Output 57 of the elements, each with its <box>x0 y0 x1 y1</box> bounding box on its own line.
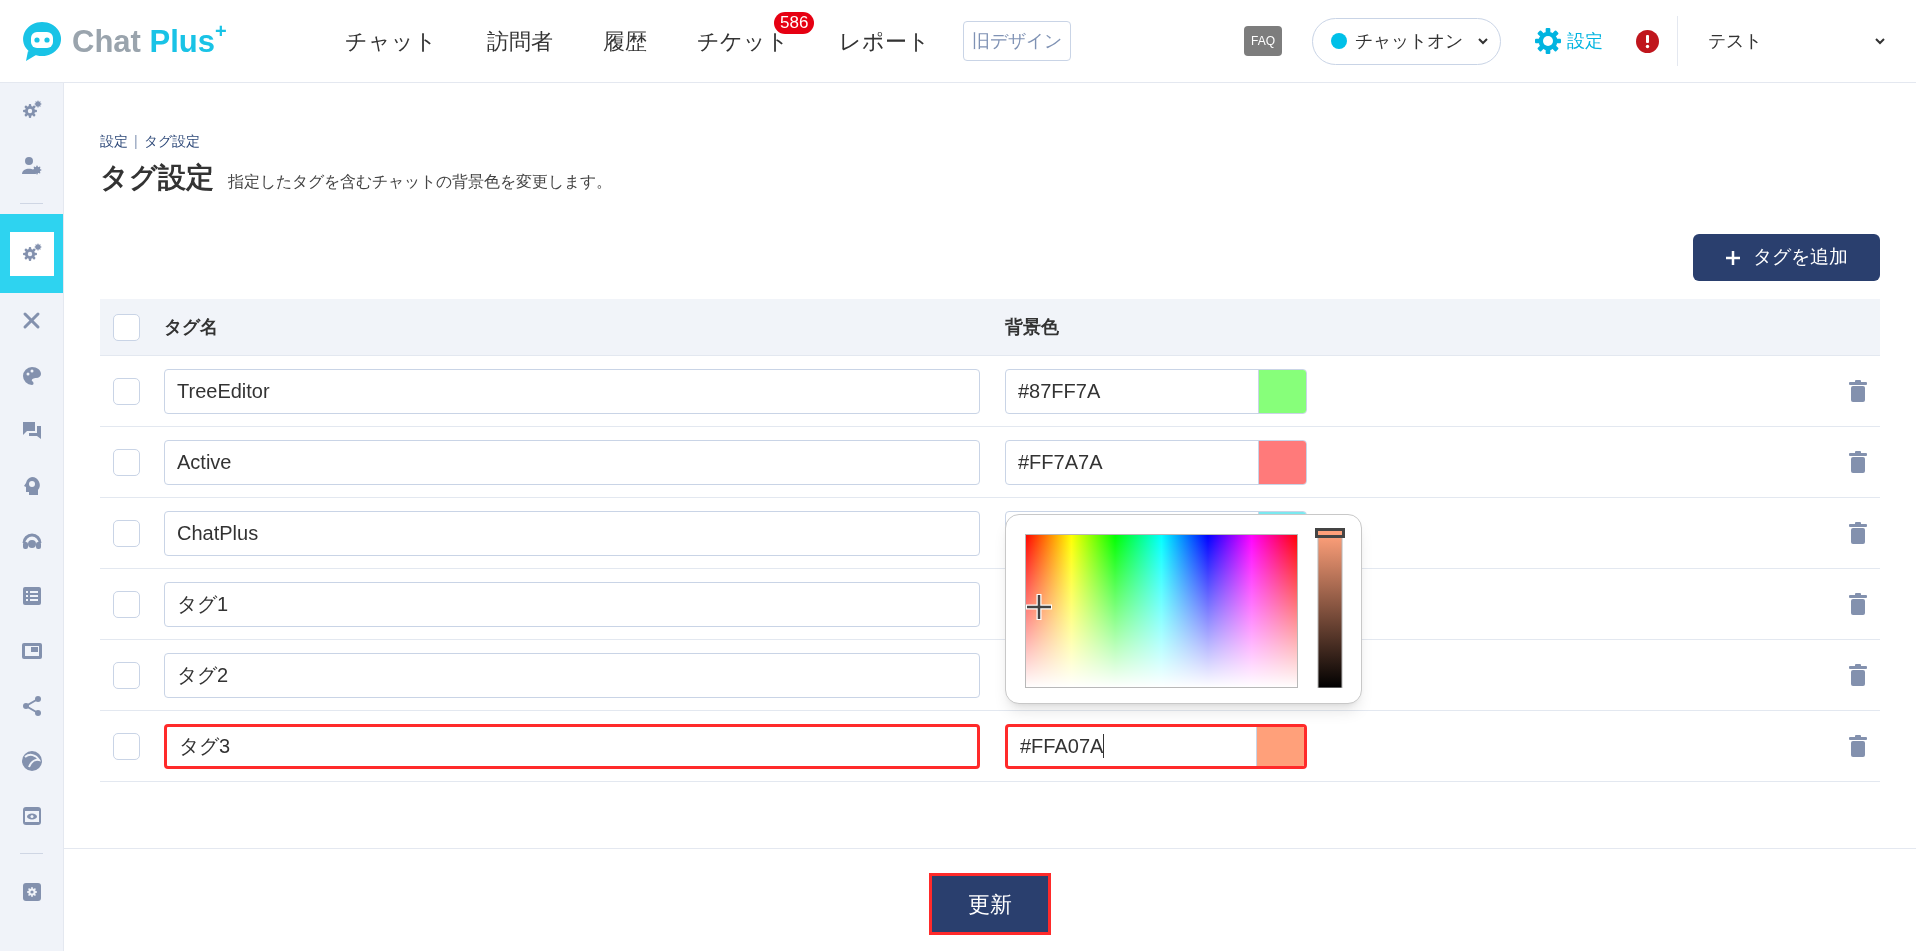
trash-icon[interactable] <box>1849 664 1867 686</box>
settings-icon <box>1533 26 1563 56</box>
page-title: タグ設定 <box>100 164 214 192</box>
logo-text: Chat Plus+ <box>72 19 227 61</box>
color-field[interactable]: #FF7A7A <box>1005 439 1307 485</box>
settings-icon <box>20 880 43 903</box>
chat-icon <box>20 419 43 442</box>
color-field[interactable]: #FFA07A <box>1005 723 1307 769</box>
breadcrumb-link[interactable]: タグ設定 <box>143 131 200 152</box>
checkbox[interactable] <box>113 313 140 341</box>
crosshair-icon[interactable] <box>1025 593 1053 621</box>
faq-button[interactable]: FAQ <box>1244 26 1282 56</box>
nav-link[interactable]: 訪問者 <box>487 28 553 54</box>
trash-icon[interactable] <box>1849 451 1867 473</box>
trash-icon[interactable] <box>1849 522 1867 544</box>
update-button[interactable]: 更新 <box>929 873 1051 935</box>
checkbox[interactable] <box>113 377 140 405</box>
alert-icon[interactable] <box>1636 29 1659 53</box>
logo-icon <box>20 19 64 63</box>
share-icon <box>20 694 43 717</box>
nav-link[interactable]: レポート <box>839 28 930 54</box>
tag-name-field[interactable]: TreeEditor <box>164 368 980 414</box>
globe-icon <box>20 749 43 772</box>
trash-icon[interactable] <box>1849 380 1867 402</box>
trash-icon[interactable] <box>1849 593 1867 615</box>
user-menu[interactable]: テスト <box>1678 27 1916 55</box>
color-field[interactable]: #87FF7A <box>1005 368 1307 414</box>
count-badge: 586 <box>774 11 815 34</box>
tag-name-field[interactable]: タグ1 <box>164 581 980 627</box>
brightness-slider[interactable] <box>1315 528 1345 688</box>
user-settings-icon <box>20 154 43 177</box>
plus-icon <box>1725 249 1741 266</box>
eye-window-icon <box>20 804 43 827</box>
nav-link[interactable]: 履歴 <box>603 28 647 54</box>
trash-icon[interactable] <box>1849 735 1867 757</box>
column-header: 背景色 <box>1005 315 1059 339</box>
page-description: 指定したタグを含むチャットの背景色を変更します。 <box>228 174 612 192</box>
list-icon <box>20 584 43 607</box>
palette-icon <box>20 364 43 387</box>
chevron-down-icon <box>1477 37 1489 45</box>
nav-link[interactable]: チャット <box>345 28 437 54</box>
checkbox[interactable] <box>113 661 140 689</box>
checkbox[interactable] <box>113 519 140 547</box>
checkbox[interactable] <box>113 732 140 760</box>
tag-name-field[interactable]: タグ3 <box>164 723 980 769</box>
breadcrumb-separator: | <box>134 132 138 151</box>
tag-name-field[interactable]: タグ2 <box>164 652 980 698</box>
checkbox[interactable] <box>113 590 140 618</box>
tag-name-field[interactable]: ChatPlus <box>164 510 980 556</box>
column-header: タグ名 <box>164 315 219 339</box>
add-tag-button[interactable]: タグを追加 <box>1693 234 1880 281</box>
checkbox[interactable] <box>113 448 140 476</box>
color-spectrum[interactable] <box>1025 534 1298 688</box>
chevron-down-icon <box>1874 37 1886 45</box>
breadcrumb-link[interactable]: 設定 <box>100 131 128 152</box>
sidebar-item[interactable] <box>9 231 54 276</box>
tag-name-field[interactable]: Active <box>164 439 980 485</box>
